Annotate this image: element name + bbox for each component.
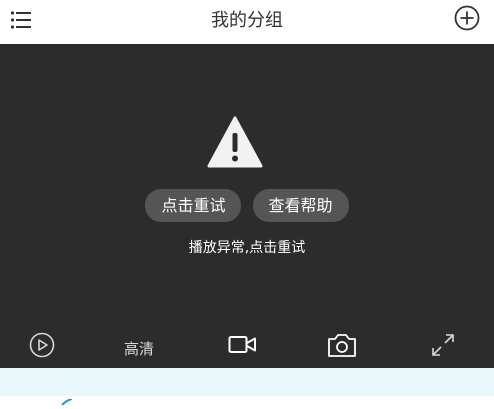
play-icon[interactable] bbox=[29, 332, 55, 360]
add-circle-icon[interactable] bbox=[454, 5, 480, 31]
video-record-icon[interactable] bbox=[228, 334, 258, 362]
player-control-bar: 高清 bbox=[0, 324, 494, 368]
error-message[interactable]: 播放异常,点击重试 bbox=[0, 237, 494, 257]
quality-toggle[interactable]: 高清 bbox=[124, 338, 154, 359]
video-player[interactable]: 点击重试 查看帮助 播放异常,点击重试 bbox=[0, 44, 494, 324]
warning-icon bbox=[207, 116, 263, 168]
error-actions: 点击重试 查看帮助 bbox=[0, 189, 494, 222]
help-button[interactable]: 查看帮助 bbox=[252, 189, 349, 222]
fullscreen-icon[interactable] bbox=[430, 332, 456, 360]
camera-icon[interactable] bbox=[327, 332, 357, 360]
page-title: 我的分组 bbox=[211, 10, 283, 31]
bottom-panel bbox=[0, 368, 494, 406]
retry-button[interactable]: 点击重试 bbox=[145, 189, 242, 222]
bottom-indicator bbox=[60, 390, 74, 406]
top-bar: 我的分组 bbox=[0, 0, 494, 44]
